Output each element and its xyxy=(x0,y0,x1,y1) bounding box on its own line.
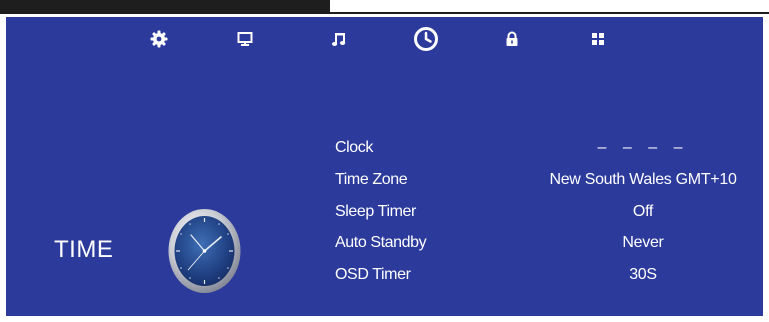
row-value-osd-timer: 30S xyxy=(629,266,657,283)
row-clock[interactable]: Clock – – – – xyxy=(6,139,763,163)
top-strip xyxy=(0,0,769,17)
row-time-zone[interactable]: Time Zone New South Wales GMT+10 xyxy=(6,171,763,195)
row-label-clock: Clock xyxy=(335,139,374,156)
row-value-auto-standby: Never xyxy=(622,234,664,251)
time-settings-list: Clock – – – – Time Zone New South Wales … xyxy=(6,17,763,316)
row-value-sleep-timer: Off xyxy=(632,203,654,220)
top-dark-bar xyxy=(0,0,330,14)
osd-menu-panel: TIME Clock – – – – Time Zone New South W… xyxy=(6,17,763,316)
row-label-time-zone: Time Zone xyxy=(335,171,408,188)
row-value-time-zone: New South Wales GMT+10 xyxy=(549,171,737,188)
row-label-osd-timer: OSD Timer xyxy=(335,266,411,283)
row-auto-standby[interactable]: Auto Standby Never xyxy=(6,234,763,258)
row-value-clock: – – – – xyxy=(597,139,689,156)
row-label-auto-standby: Auto Standby xyxy=(335,234,427,251)
row-sleep-timer[interactable]: Sleep Timer Off xyxy=(6,203,763,227)
row-label-sleep-timer: Sleep Timer xyxy=(335,203,416,220)
row-osd-timer[interactable]: OSD Timer 30S xyxy=(6,266,763,290)
top-rule-line xyxy=(330,12,769,14)
